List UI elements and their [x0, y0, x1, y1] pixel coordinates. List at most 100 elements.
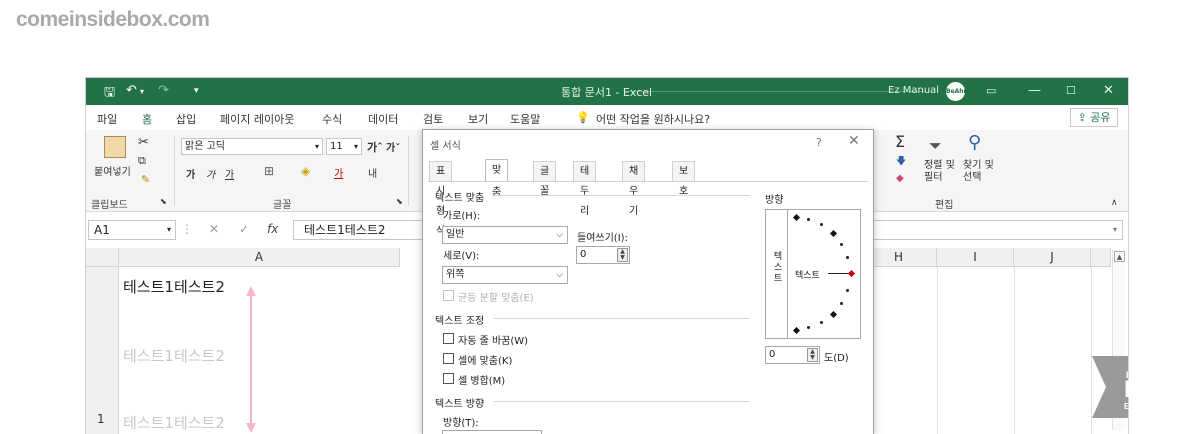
- ribbon-display-options-icon[interactable]: ▭: [986, 84, 996, 97]
- decrease-font-icon[interactable]: 가ˇ: [386, 139, 400, 154]
- share-button[interactable]: ⇪ 공유: [1070, 108, 1118, 127]
- spinner-arrows-icon[interactable]: ▲ ▼: [617, 248, 628, 262]
- user-avatar[interactable]: BeAhn: [946, 82, 968, 101]
- fill-color-icon[interactable]: ◈: [301, 164, 310, 178]
- collapse-ribbon-icon[interactable]: ∧: [1111, 198, 1118, 208]
- customize-quick-access-icon[interactable]: ▾: [194, 86, 199, 96]
- font-group-label: 글꼴: [273, 200, 292, 211]
- redo-icon[interactable]: ↷: [158, 83, 169, 98]
- font-color-icon[interactable]: 가: [334, 165, 343, 180]
- orientation-handle[interactable]: [847, 269, 856, 278]
- site-logo: comeinsidebox.com: [16, 8, 210, 31]
- minimize-icon[interactable]: —: [1028, 83, 1041, 98]
- copy-icon[interactable]: ⧉: [138, 154, 146, 168]
- orientation-tick: [840, 302, 843, 305]
- vertical-select[interactable]: 위쪽 ⌵: [442, 266, 568, 284]
- dialog-title: 셀 서식: [430, 141, 461, 152]
- tab-border[interactable]: 테두리: [573, 161, 597, 217]
- font-launcher-icon[interactable]: ⬊: [396, 197, 403, 206]
- font-name-select[interactable]: 맑은 고딕 ▾: [181, 138, 323, 155]
- name-box[interactable]: A1 ▾: [88, 220, 176, 240]
- enter-icon[interactable]: ✓: [239, 222, 249, 236]
- tab-data[interactable]: 데이터: [368, 111, 398, 127]
- sort-filter-icon[interactable]: ⏷: [929, 136, 942, 156]
- tab-number[interactable]: 표시 형식: [429, 161, 453, 237]
- grid-line: [937, 267, 938, 434]
- tell-me-search[interactable]: 어떤 작업을 원하시나요?: [596, 111, 710, 127]
- paste-icon[interactable]: [104, 136, 126, 158]
- tab-alignment[interactable]: 맞춤: [485, 159, 509, 198]
- undo-dropdown-icon[interactable]: ▾: [140, 87, 144, 96]
- cancel-icon[interactable]: ✕: [209, 222, 219, 236]
- wrap-text-checkbox[interactable]: [443, 333, 454, 344]
- column-header-i[interactable]: I: [937, 248, 1014, 267]
- tab-review[interactable]: 검토: [423, 111, 443, 127]
- user-name[interactable]: Ez Manual: [888, 85, 939, 96]
- find-select-icon[interactable]: ⚲: [968, 132, 981, 153]
- tab-view[interactable]: 보기: [468, 111, 488, 127]
- cell-a1-top-text[interactable]: 테스트1테스트2: [123, 276, 225, 297]
- row-header-1[interactable]: 1: [86, 267, 119, 434]
- tab-font[interactable]: 글꼴: [533, 161, 557, 197]
- merge-cells-checkbox[interactable]: [443, 373, 454, 384]
- vertical-text-box[interactable]: 텍스트: [766, 210, 788, 338]
- clipboard-launcher-icon[interactable]: ⬊: [160, 197, 167, 206]
- tab-insert[interactable]: 삽입: [176, 111, 196, 127]
- cell-reference: A1: [94, 223, 110, 237]
- italic-icon[interactable]: 가: [206, 166, 215, 181]
- column-header-next[interactable]: [1091, 248, 1111, 267]
- formula-content: 테스트1테스트2: [304, 223, 386, 237]
- scroll-up-icon[interactable]: ▲: [1114, 251, 1125, 262]
- font-size-select[interactable]: 11 ▾: [326, 138, 362, 155]
- shrink-to-fit-checkbox[interactable]: [443, 353, 454, 364]
- tab-fill[interactable]: 채우기: [622, 161, 646, 217]
- format-painter-icon[interactable]: ✎: [141, 173, 150, 186]
- text-control-section: 텍스트 조정: [435, 316, 485, 327]
- clear-icon[interactable]: ◆: [896, 173, 904, 184]
- direction-select[interactable]: [442, 430, 542, 434]
- increase-font-icon[interactable]: 가ˆ: [367, 139, 383, 155]
- fill-icon[interactable]: 🡇: [896, 154, 906, 171]
- column-header-a[interactable]: A: [119, 248, 400, 267]
- find-select-button[interactable]: 찾기 및 선택: [963, 160, 999, 184]
- indent-spinner[interactable]: 0 ▲ ▼: [576, 246, 630, 264]
- save-icon[interactable]: 🖫: [104, 83, 115, 105]
- orientation-tick: [840, 243, 843, 246]
- borders-icon[interactable]: ⊞: [264, 164, 274, 178]
- horizontal-text-sample: 텍스트: [795, 271, 820, 281]
- paste-button-label[interactable]: 붙여넣기: [94, 163, 131, 178]
- orientation-tick: [829, 229, 838, 238]
- horizontal-select[interactable]: 일반 ⌵: [442, 226, 568, 244]
- orientation-section: 방향: [765, 195, 784, 206]
- maximize-icon[interactable]: ☐: [1066, 84, 1076, 97]
- orientation-control[interactable]: 텍스트 텍스트: [765, 209, 861, 339]
- ribbon-tabs: 파일 홈 삽입 페이지 레이아웃 수식 데이터 검토 보기 도움말 💡 어떤 작…: [86, 105, 1128, 132]
- tab-home[interactable]: 홈: [142, 111, 153, 132]
- underline-icon[interactable]: 가: [225, 166, 234, 181]
- bold-icon[interactable]: 가: [186, 166, 195, 181]
- insert-function-icon[interactable]: fx: [267, 222, 278, 236]
- phonetic-guide-icon[interactable]: 내: [368, 165, 377, 180]
- annotation-arrow: [250, 295, 252, 423]
- close-window-icon[interactable]: ✕: [1103, 83, 1114, 98]
- column-header-j[interactable]: J: [1014, 248, 1091, 267]
- justify-distributed-checkbox[interactable]: [443, 290, 454, 301]
- cut-icon[interactable]: ✂: [138, 135, 149, 150]
- degrees-spinner[interactable]: 0 ▲ ▼: [765, 346, 820, 364]
- sort-filter-button[interactable]: 정렬 및 필터: [924, 160, 960, 184]
- tab-file[interactable]: 파일: [97, 111, 117, 127]
- tab-protection[interactable]: 보호: [672, 161, 696, 197]
- autosum-icon[interactable]: Σ: [895, 132, 905, 151]
- close-icon[interactable]: ✕: [848, 133, 860, 149]
- undo-icon[interactable]: ↶: [126, 83, 137, 98]
- tab-help[interactable]: 도움말: [510, 111, 540, 127]
- help-icon[interactable]: ?: [816, 136, 822, 149]
- tab-page-layout[interactable]: 페이지 레이아웃: [220, 111, 294, 127]
- merge-cells-label: 셀 병합(M): [458, 376, 506, 387]
- degrees-value: 0: [769, 349, 776, 360]
- orientation-tick: [792, 326, 801, 335]
- select-all-corner[interactable]: [86, 248, 119, 267]
- spinner-arrows-icon[interactable]: ▲ ▼: [807, 348, 818, 362]
- justify-distributed-label: 균등 분할 맞춤(E): [458, 293, 534, 304]
- tab-formulas[interactable]: 수식: [322, 111, 342, 127]
